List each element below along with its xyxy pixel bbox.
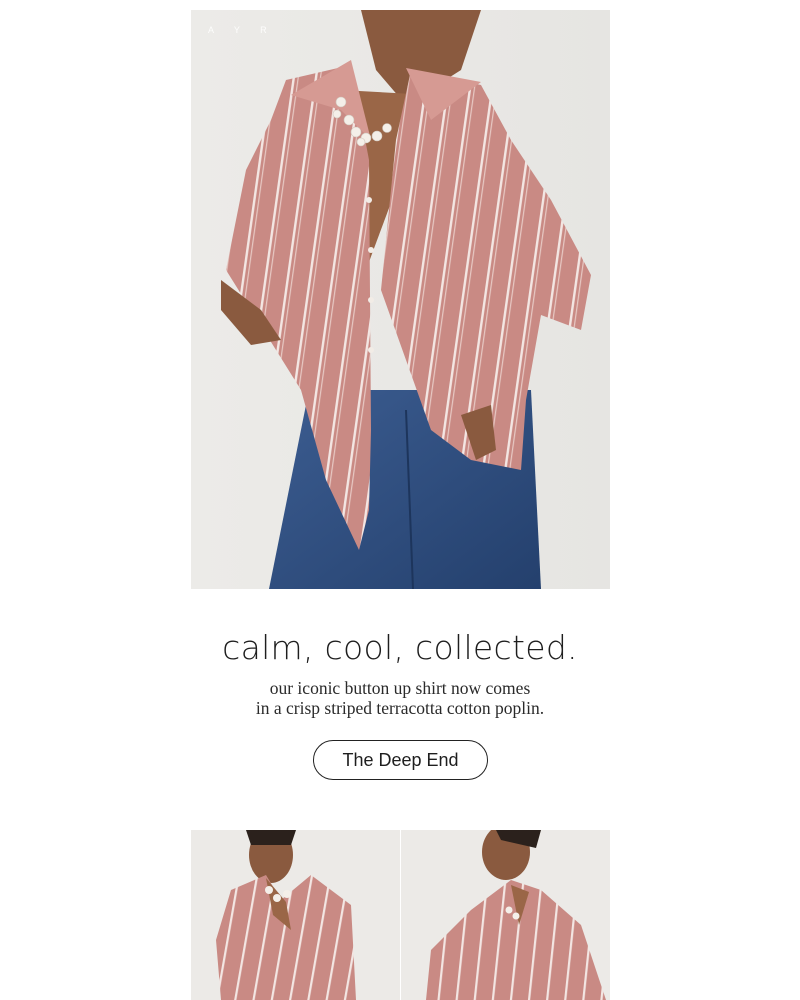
product-thumbnail-right[interactable] [401,830,610,1000]
the-deep-end-button[interactable]: The Deep End [313,740,488,780]
headline: calm, cool, collected. [222,628,578,667]
hero-image[interactable]: A Y R [191,10,610,589]
body-copy: our iconic button up shirt now comes in … [0,678,800,718]
body-copy-line-2: in a crisp striped terracotta cotton pop… [255,698,545,718]
email-page: A Y R calm, cool, collected. our iconic … [0,0,800,1000]
thumbnail-photo-side [401,830,610,1000]
brand-logo: A Y R [208,25,276,35]
thumbnail-photo-front [191,830,400,1000]
body-copy-line-1: our iconic button up shirt now comes [269,678,531,698]
hero-photo [191,10,610,589]
product-thumbnail-left[interactable] [191,830,400,1000]
